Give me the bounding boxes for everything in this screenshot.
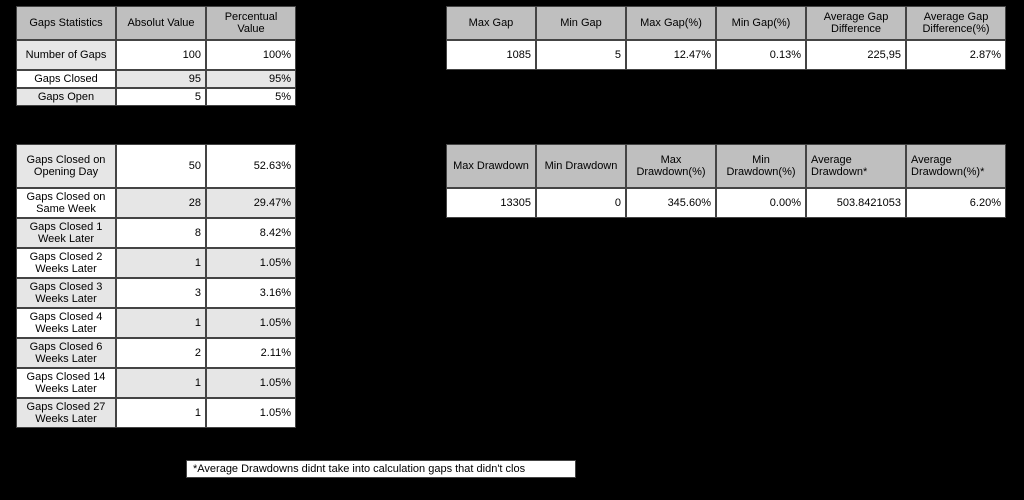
row-opening-day: Gaps Closed on Opening Day — [16, 144, 116, 188]
val: 5% — [206, 88, 296, 106]
val-max-gap: 1085 — [446, 40, 536, 70]
col-min-gap: Min Gap — [536, 6, 626, 40]
col-percentual-value: Percentual Value — [206, 6, 296, 40]
val: 1 — [116, 248, 206, 278]
spreadsheet: Gaps Statistics Absolut Value Percentual… — [0, 0, 1024, 500]
val: 100 — [116, 40, 206, 70]
val-avg-gap-diff: 225,95 — [806, 40, 906, 70]
val-max-gap-pct: 12.47% — [626, 40, 716, 70]
col-max-gap-pct: Max Gap(%) — [626, 6, 716, 40]
val: 1.05% — [206, 398, 296, 428]
col-min-dd-pct: Min Drawdown(%) — [716, 144, 806, 188]
row-14-weeks: Gaps Closed 14 Weeks Later — [16, 368, 116, 398]
val: 5 — [116, 88, 206, 106]
col-avg-gap-diff: Average Gap Difference — [806, 6, 906, 40]
row-3-weeks: Gaps Closed 3 Weeks Later — [16, 278, 116, 308]
val: 3 — [116, 278, 206, 308]
val: 8.42% — [206, 218, 296, 248]
val: 2 — [116, 338, 206, 368]
val-max-dd-pct: 345.60% — [626, 188, 716, 218]
val: 95 — [116, 70, 206, 88]
col-avg-dd-pct: Average Drawdown(%)* — [906, 144, 1006, 188]
row-6-weeks: Gaps Closed 6 Weeks Later — [16, 338, 116, 368]
row-2-weeks: Gaps Closed 2 Weeks Later — [16, 248, 116, 278]
row-27-weeks: Gaps Closed 27 Weeks Later — [16, 398, 116, 428]
val: 1.05% — [206, 308, 296, 338]
val: 2.11% — [206, 338, 296, 368]
col-absolut-value: Absolut Value — [116, 6, 206, 40]
val-avg-gap-diff-pct: 2.87% — [906, 40, 1006, 70]
col-gaps-statistics: Gaps Statistics — [16, 6, 116, 40]
col-avg-gap-diff-pct: Average Gap Difference(%) — [906, 6, 1006, 40]
val: 1 — [116, 398, 206, 428]
row-4-weeks: Gaps Closed 4 Weeks Later — [16, 308, 116, 338]
val: 50 — [116, 144, 206, 188]
col-max-dd: Max Drawdown — [446, 144, 536, 188]
val: 95% — [206, 70, 296, 88]
val-min-dd-pct: 0.00% — [716, 188, 806, 218]
row-1-week: Gaps Closed 1 Week Later — [16, 218, 116, 248]
val-min-gap: 5 — [536, 40, 626, 70]
row-gaps-open: Gaps Open — [16, 88, 116, 106]
val: 100% — [206, 40, 296, 70]
val: 1.05% — [206, 248, 296, 278]
row-number-of-gaps: Number of Gaps — [16, 40, 116, 70]
val: 3.16% — [206, 278, 296, 308]
val: 52.63% — [206, 144, 296, 188]
col-max-dd-pct: Max Drawdown(%) — [626, 144, 716, 188]
val-avg-dd: 503.8421053 — [806, 188, 906, 218]
val-min-gap-pct: 0.13% — [716, 40, 806, 70]
col-min-gap-pct: Min Gap(%) — [716, 6, 806, 40]
row-same-week: Gaps Closed on Same Week — [16, 188, 116, 218]
col-max-gap: Max Gap — [446, 6, 536, 40]
row-gaps-closed: Gaps Closed — [16, 70, 116, 88]
val: 1 — [116, 368, 206, 398]
val-max-dd: 13305 — [446, 188, 536, 218]
footnote: *Average Drawdowns didnt take into calcu… — [186, 460, 576, 478]
val: 1.05% — [206, 368, 296, 398]
val: 29.47% — [206, 188, 296, 218]
val-avg-dd-pct: 6.20% — [906, 188, 1006, 218]
col-avg-dd: Average Drawdown* — [806, 144, 906, 188]
val-min-dd: 0 — [536, 188, 626, 218]
val: 1 — [116, 308, 206, 338]
val: 28 — [116, 188, 206, 218]
col-min-dd: Min Drawdown — [536, 144, 626, 188]
val: 8 — [116, 218, 206, 248]
